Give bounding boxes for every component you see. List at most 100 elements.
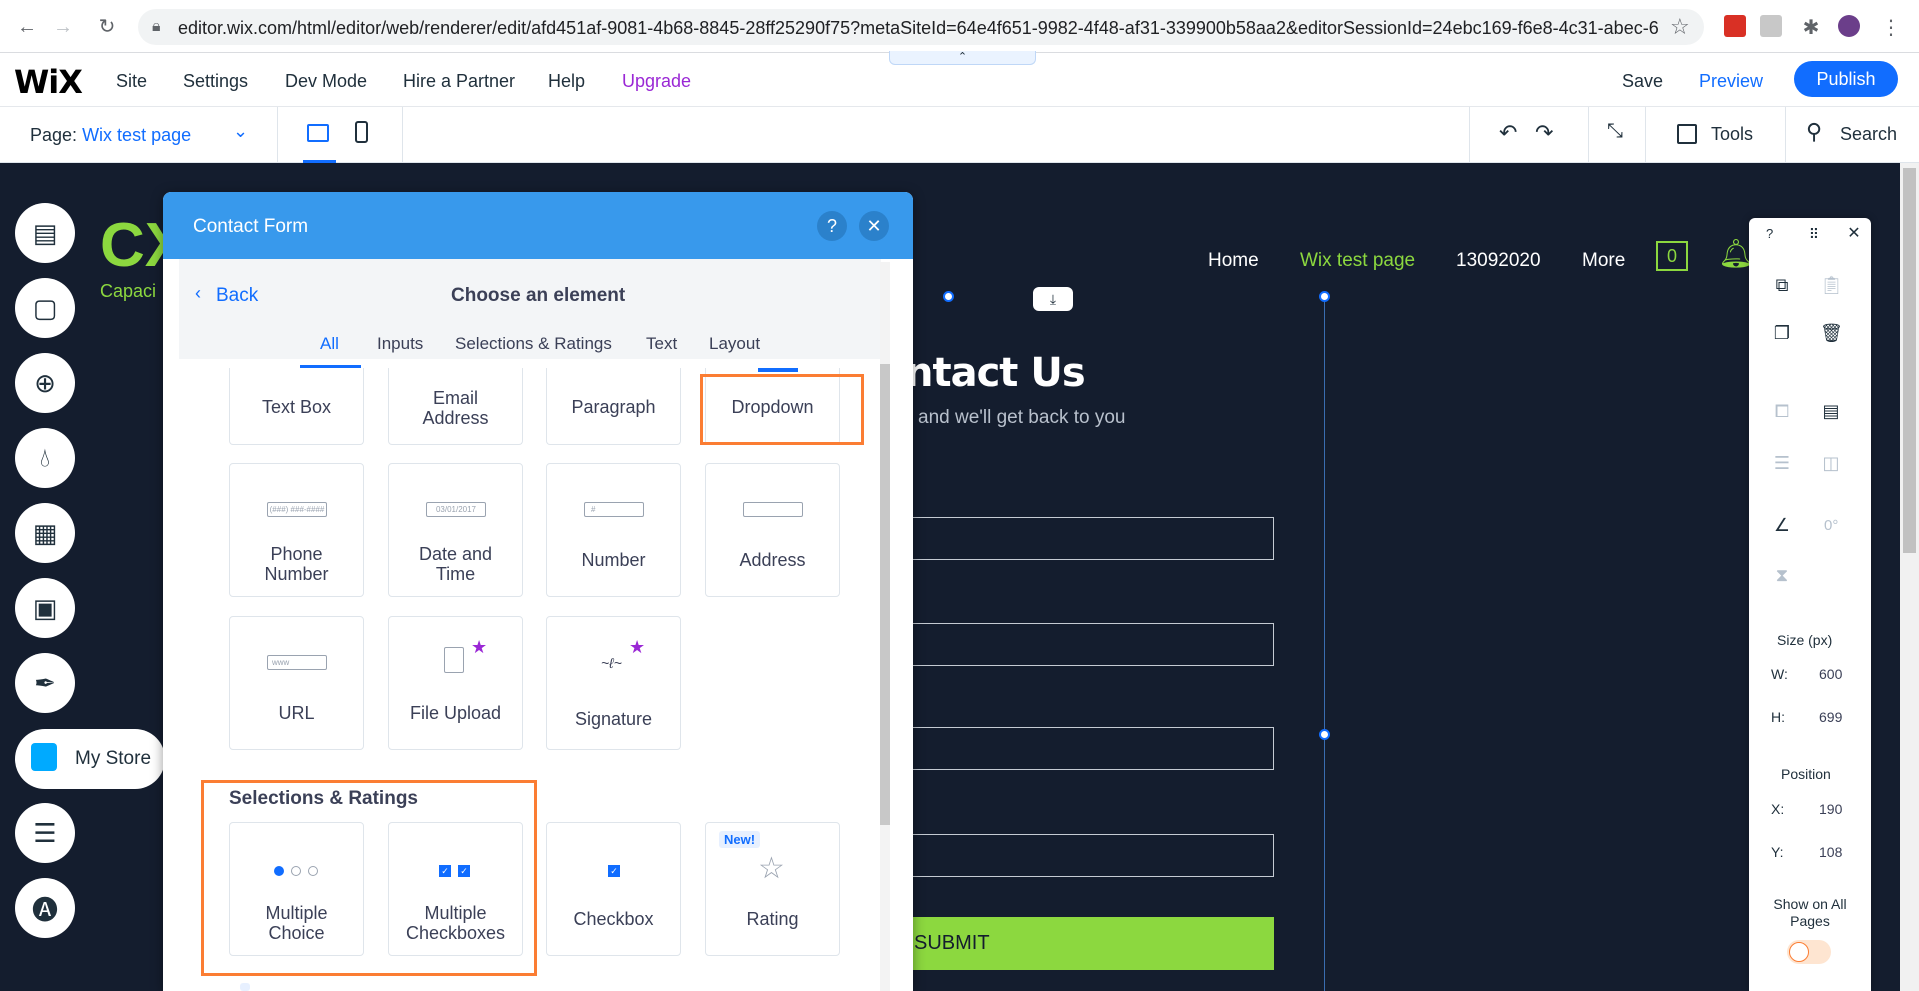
form-input-field[interactable] [882, 517, 1274, 560]
undo-icon[interactable]: ↶ [1499, 120, 1517, 146]
element-card-paragraph[interactable]: Paragraph [546, 368, 681, 445]
show-on-all-pages-toggle[interactable] [1787, 940, 1831, 964]
width-value[interactable]: 600 [1819, 666, 1842, 682]
form-input-field[interactable] [882, 727, 1274, 770]
menu-help[interactable]: Help [548, 71, 585, 92]
rail-business-icon[interactable]: 🅐︎ [15, 878, 75, 938]
tab-selections-ratings[interactable]: Selections & Ratings [455, 334, 612, 354]
rail-blog-pen-icon[interactable]: ✒ [15, 653, 75, 713]
align-icon[interactable]: ▤ [1820, 400, 1842, 422]
site-nav-home[interactable]: Home [1208, 250, 1259, 272]
tab-inputs[interactable]: Inputs [377, 334, 423, 354]
card-label: Address [739, 550, 806, 570]
forward-arrow-icon[interactable]: → [50, 14, 76, 40]
menu-dev-mode[interactable]: Dev Mode [285, 71, 367, 92]
my-store-button[interactable]: My Store [15, 729, 165, 789]
drag-handle-icon[interactable]: ⠿ [1803, 223, 1825, 245]
element-card-file-upload[interactable]: ★ File Upload [388, 616, 523, 750]
panel-scrollbar-thumb[interactable] [880, 364, 890, 825]
rail-add-icon[interactable]: ⊕ [15, 353, 75, 413]
cart-icon[interactable]: 0 [1656, 241, 1688, 271]
page-selector[interactable]: Page: Wix test page [30, 125, 191, 146]
url-text[interactable]: editor.wix.com/html/editor/web/renderer/… [178, 18, 1658, 39]
tab-text[interactable]: Text [646, 334, 677, 354]
resize-handle[interactable] [1319, 291, 1330, 302]
chevron-left-icon[interactable]: ‹ [195, 283, 201, 304]
rail-list-icon[interactable]: ☰ [15, 803, 75, 863]
rotate-angle-icon[interactable]: ∠ [1771, 514, 1793, 536]
element-card-rating[interactable]: New! ☆ Rating [705, 822, 840, 956]
rail-background-icon[interactable]: ▢ [15, 278, 75, 338]
element-card-date-and-time[interactable]: 03/01/2017 Date and Time [388, 463, 523, 597]
menu-settings[interactable]: Settings [183, 71, 248, 92]
form-input-field[interactable] [882, 834, 1274, 877]
redo-icon[interactable]: ↷ [1535, 120, 1553, 146]
delete-trash-icon[interactable]: 🗑︎ [1820, 322, 1843, 344]
duplicate-icon[interactable]: ❐ [1771, 322, 1793, 344]
save-button[interactable]: Save [1622, 71, 1663, 92]
search-icon[interactable]: ⚲ [1806, 119, 1822, 145]
rail-media-icon[interactable]: ▣ [15, 578, 75, 638]
address-bar[interactable]: 🔒︎ editor.wix.com/html/editor/web/render… [138, 9, 1704, 45]
tab-all[interactable]: All [320, 334, 339, 354]
zoom-out-icon[interactable]: ⤡ [1607, 120, 1623, 143]
mobile-view-icon[interactable] [355, 121, 368, 143]
site-nav-more[interactable]: More [1582, 250, 1625, 272]
site-nav-wix-test-page[interactable]: Wix test page [1300, 250, 1415, 272]
extension-icon[interactable] [1760, 15, 1782, 37]
wix-logo[interactable]: WiX [14, 63, 83, 101]
menu-hire-partner[interactable]: Hire a Partner [403, 71, 515, 92]
menu-upgrade[interactable]: Upgrade [622, 71, 691, 92]
element-card-phone-number[interactable]: (###) ###-#### Phone Number [229, 463, 364, 597]
resize-handle[interactable] [943, 291, 954, 302]
bookmark-star-icon[interactable]: ☆ [1670, 14, 1690, 40]
copy-icon[interactable]: ⧉ [1771, 274, 1793, 296]
back-arrow-icon[interactable]: ← [14, 14, 40, 40]
element-card-url[interactable]: www URL [229, 616, 364, 750]
rail-menus-pages-icon[interactable]: ▤ [15, 203, 75, 263]
resize-handle[interactable] [1319, 729, 1330, 740]
puzzle-icon[interactable]: ✱ [1800, 15, 1822, 39]
panel-help-icon[interactable]: ? [817, 211, 847, 241]
close-icon[interactable]: ✕ [1843, 223, 1865, 245]
preview-button[interactable]: Preview [1699, 71, 1763, 92]
collapse-topbar-button[interactable]: ⌃ [889, 51, 1036, 65]
canvas-scrollbar-thumb[interactable] [1903, 168, 1916, 553]
publish-button[interactable]: Publish [1794, 61, 1898, 97]
tools-button[interactable]: Tools [1711, 124, 1753, 145]
element-card-signature[interactable]: ~ℓ~ ★ Signature [546, 616, 681, 750]
rail-apps-icon[interactable]: ▦ [15, 503, 75, 563]
element-card-text-box[interactable]: Text Box [229, 368, 364, 445]
toolbar-help-icon[interactable]: ? [1766, 226, 1773, 241]
back-button[interactable]: Back [216, 285, 258, 307]
download-anchor-icon[interactable]: ⤓ [1033, 287, 1073, 311]
panel-close-icon[interactable]: ✕ [859, 211, 889, 241]
element-card-address[interactable]: Address [705, 463, 840, 597]
avatar[interactable] [1838, 15, 1860, 37]
kebab-menu-icon[interactable]: ⋮ [1880, 15, 1902, 39]
form-submit-button[interactable]: SUBMIT [882, 917, 1274, 970]
new-badge: New! [719, 831, 761, 848]
element-card-checkbox[interactable]: ✓ Checkbox [546, 822, 681, 956]
rotation-value[interactable]: 0° [1824, 517, 1838, 534]
reload-icon[interactable]: ↻ [94, 14, 120, 40]
element-card-number[interactable]: # Number [546, 463, 681, 597]
rail-design-icon[interactable]: 💧︎ [15, 428, 75, 488]
desktop-view-icon[interactable] [307, 124, 329, 142]
element-card-email-address[interactable]: Email Address [388, 368, 523, 445]
height-value[interactable]: 699 [1819, 709, 1842, 725]
extension-icon[interactable] [1724, 15, 1746, 37]
menu-site[interactable]: Site [116, 71, 147, 92]
site-subtitle[interactable]: Capaci [100, 281, 156, 302]
tab-layout[interactable]: Layout [709, 334, 760, 354]
site-nav-13092020[interactable]: 13092020 [1456, 250, 1541, 272]
tools-icon[interactable] [1677, 124, 1697, 144]
form-subtitle[interactable]: and we'll get back to you [918, 407, 1125, 429]
chevron-down-icon[interactable]: ⌄ [233, 121, 248, 142]
search-button[interactable]: Search [1840, 124, 1897, 145]
form-title[interactable]: ntact Us [905, 350, 1086, 396]
form-input-field[interactable] [882, 623, 1274, 666]
signature-scribble-icon: ~ℓ~ [601, 655, 622, 671]
x-value[interactable]: 190 [1819, 801, 1842, 817]
y-value[interactable]: 108 [1819, 844, 1842, 860]
